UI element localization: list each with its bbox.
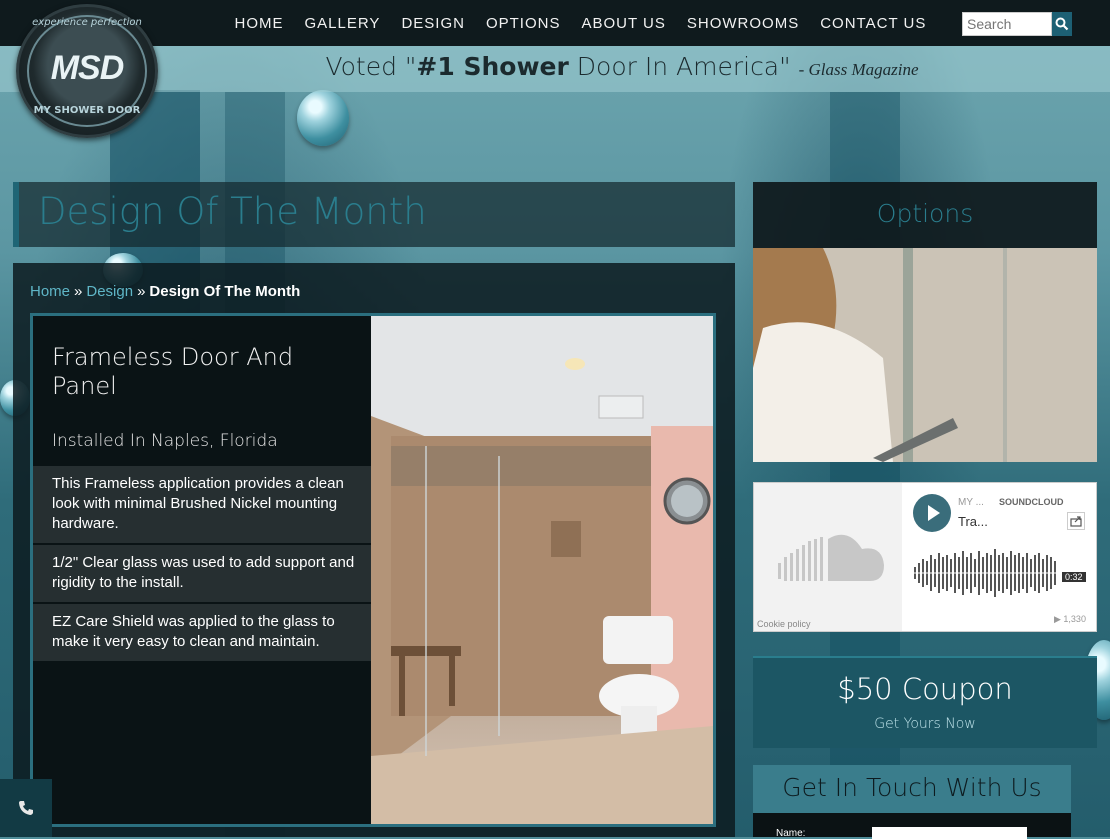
coupon-title: $50 Coupon <box>837 672 1013 706</box>
nav-gallery[interactable]: GALLERY <box>305 15 381 32</box>
soundcloud-cloud-icon <box>778 534 884 581</box>
logo-bottom-text: MY SHOWER DOOR <box>33 105 141 116</box>
nav-about-us[interactable]: ABOUT US <box>581 15 665 32</box>
shower-photo[interactable] <box>371 316 713 824</box>
play-icon <box>928 505 940 521</box>
track-duration: 0:32 <box>1062 572 1086 582</box>
coupon-subtitle: Get Yours Now <box>874 716 976 732</box>
breadcrumb: Home» Design» Design Of The Month <box>30 283 300 300</box>
share-icon <box>1070 516 1082 527</box>
coupon-banner[interactable]: $50 Coupon Get Yours Now <box>753 656 1097 748</box>
soundcloud-artist[interactable]: MY ... <box>958 497 984 508</box>
nav-home[interactable]: HOME <box>235 15 284 32</box>
phone-icon <box>19 801 33 815</box>
phone-button[interactable] <box>0 779 52 837</box>
search-icon <box>1055 17 1069 31</box>
logo-mark: MSD <box>50 49 125 87</box>
soundcloud-track[interactable]: Tra... <box>958 514 988 529</box>
search-input[interactable] <box>962 12 1052 36</box>
contact-form-title: Get In Touch With Us <box>782 773 1042 802</box>
page-title-panel: Design Of The Month <box>13 182 735 247</box>
soundcloud-player: Cookie policy MY ... SOUNDCLOUD Tra... 0… <box>753 482 1097 632</box>
shower-illustration <box>371 316 713 824</box>
top-navigation-bar: HOME GALLERY DESIGN OPTIONS ABOUT US SHO… <box>0 0 1110 46</box>
breadcrumb-design[interactable]: Design <box>86 283 133 300</box>
feature-point: 1/2" Clear glass was used to add support… <box>33 545 371 604</box>
play-count: ▶ 1,330 <box>1054 614 1086 624</box>
design-feature: Frameless Door And Panel Installed In Na… <box>30 313 716 827</box>
feature-point: EZ Care Shield was applied to the glass … <box>33 604 371 663</box>
nav-contact-us[interactable]: CONTACT US <box>820 15 926 32</box>
feature-points: This Frameless application provides a cl… <box>33 466 371 663</box>
breadcrumb-current: Design Of The Month <box>149 283 301 300</box>
feature-text-column: Frameless Door And Panel Installed In Na… <box>33 316 371 824</box>
breadcrumb-separator: » <box>74 283 83 300</box>
options-video[interactable] <box>753 248 1097 462</box>
soundcloud-artwork: Cookie policy <box>754 483 902 631</box>
options-header: Options <box>753 182 1097 248</box>
tagline-source: - Glass Magazine <box>798 60 919 79</box>
name-field[interactable] <box>872 827 1027 839</box>
nav-options[interactable]: OPTIONS <box>486 15 561 32</box>
share-button[interactable] <box>1067 512 1085 530</box>
logo-top-text: experience perfection <box>32 17 142 28</box>
options-video-frame <box>753 248 1097 462</box>
search-button[interactable] <box>1052 12 1072 36</box>
tagline: Voted "#1 Shower Door In America" - Glas… <box>325 52 919 81</box>
nav-showrooms[interactable]: SHOWROOMS <box>687 15 799 32</box>
nav-design[interactable]: DESIGN <box>401 15 465 32</box>
main-content: Home» Design» Design Of The Month Frameles… <box>13 263 735 837</box>
cookie-policy-link[interactable]: Cookie policy <box>757 619 811 629</box>
name-label: Name: <box>776 828 806 839</box>
main-nav: HOME GALLERY DESIGN OPTIONS ABOUT US SHO… <box>224 0 937 46</box>
site-logo[interactable]: experience perfection MSD MY SHOWER DOOR <box>16 4 158 138</box>
contact-form: Get In Touch With Us Name: <box>753 765 1071 839</box>
options-title: Options <box>876 199 974 228</box>
search-form <box>962 12 1072 36</box>
page-title: Design Of The Month <box>38 190 427 233</box>
feature-title: Frameless Door And Panel <box>52 343 294 400</box>
play-button[interactable] <box>913 494 951 532</box>
feature-location: Installed In Naples, Florida <box>52 431 278 451</box>
breadcrumb-separator: » <box>137 283 146 300</box>
feature-point: This Frameless application provides a cl… <box>33 466 371 545</box>
soundcloud-brand[interactable]: SOUNDCLOUD <box>999 497 1064 507</box>
waveform[interactable] <box>914 543 1084 603</box>
breadcrumb-home[interactable]: Home <box>30 283 70 300</box>
